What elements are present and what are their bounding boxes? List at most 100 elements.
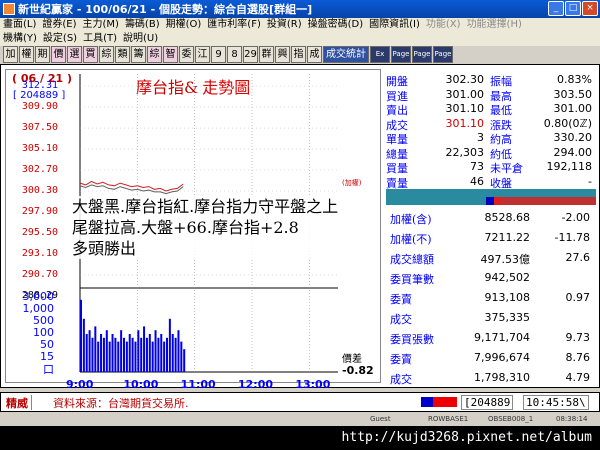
index-value: 1,798,310 <box>474 371 530 384</box>
menu-item[interactable]: 工具(T) <box>80 32 120 46</box>
index-value: 9,171,704 <box>474 331 530 344</box>
toolbar-button[interactable]: 綜 <box>147 46 162 63</box>
toolbar-button[interactable]: 8 <box>227 46 242 63</box>
toolbar-button[interactable]: 江 <box>195 46 210 63</box>
x-tick-label: 11:00 <box>180 378 216 391</box>
menu-item[interactable]: 主力(M) <box>80 18 122 32</box>
toolbar-button[interactable]: 9 <box>211 46 226 63</box>
volume-bar <box>143 326 146 372</box>
toolbar-button[interactable]: 買 <box>83 46 98 63</box>
volume-bar <box>131 337 134 372</box>
volume-bar <box>177 330 180 372</box>
close-button[interactable]: × <box>582 1 598 16</box>
menu-item[interactable]: 投資(R) <box>264 18 305 32</box>
toolbar-button[interactable]: Page <box>433 46 453 63</box>
market-bar <box>386 189 596 207</box>
menu-item[interactable]: 機構(Y) <box>0 32 40 46</box>
index-label: 加權(不) <box>390 233 432 246</box>
toolbar-button[interactable]: 加 <box>3 46 18 63</box>
annotation-text: 大盤黑.摩台指紅.摩台指力守平盤之上 尾盤拉高.大盤+66.摩台指+2.8 多頭勝出 <box>72 196 339 259</box>
index-row: 委買筆數 942,502 <box>386 271 596 291</box>
volume-bar <box>180 341 183 372</box>
menu-item[interactable]: 說明(U) <box>120 32 161 46</box>
index-change: 27.6 <box>565 251 591 264</box>
bottom-bar: Guest ROWBASE1 OBSEB008_1 08:38:14 <box>0 414 600 426</box>
toolbar-button[interactable]: 價 <box>51 46 66 63</box>
toolbar-button[interactable]: 類 <box>115 46 130 63</box>
toolbar-button[interactable]: 委 <box>179 46 194 63</box>
volume-bar <box>102 337 105 372</box>
toolbar-button[interactable]: 興 <box>275 46 290 63</box>
menu-item[interactable]: 國際資訊(I) <box>366 18 423 32</box>
index-change: 4.79 <box>565 371 591 384</box>
x-tick-label: 13:00 <box>295 378 331 391</box>
quote-value: 0.80(0ℤ) <box>543 116 592 130</box>
volume-bar <box>128 334 131 372</box>
volume-bar <box>166 337 168 372</box>
menu-item[interactable]: 期權(O) <box>163 18 205 32</box>
volume-bar <box>174 337 177 372</box>
quote-row: 總量 22,303 約低 294.00 <box>386 146 596 161</box>
menu-item[interactable]: 證券(E) <box>39 18 79 32</box>
toolbar-button[interactable]: 籌 <box>131 46 146 63</box>
menu-item[interactable]: 功能(X) <box>423 18 464 32</box>
data-source: 資料來源：台灣期貨交易所. <box>53 397 189 410</box>
volume-bar <box>148 334 151 372</box>
toolbar-button[interactable]: 指 <box>291 46 306 63</box>
menu-item[interactable]: 畫面(L) <box>0 18 39 32</box>
volume-bar <box>151 341 154 372</box>
quote-value: 0.83% <box>557 73 592 86</box>
quote-value: 294.00 <box>553 145 593 159</box>
index-label: 成交總額 <box>390 253 434 266</box>
menu-item[interactable]: 籌碼(B) <box>122 18 163 32</box>
volume-bar <box>111 334 114 372</box>
toolbar-button[interactable]: 期 <box>35 46 50 63</box>
quote-row: 賣出 301.10 最低 301.00 <box>386 102 596 117</box>
status-colors <box>421 397 457 407</box>
toolbar-button[interactable]: Ex <box>370 46 390 63</box>
status-tag[interactable]: 精威 <box>3 395 32 410</box>
menu-item[interactable]: 操盤密碼(D) <box>305 18 367 32</box>
volume-bar <box>183 349 186 372</box>
index-value: 7211.22 <box>484 231 531 244</box>
toolbar-button[interactable]: 群 <box>259 46 274 63</box>
toolbar-button[interactable]: Page <box>391 46 411 63</box>
index-change: -11.78 <box>554 231 590 244</box>
quote-value: 3 <box>477 131 484 144</box>
toolbar-button[interactable]: 29 <box>243 46 258 63</box>
bottom-session: OBSEB008_1 <box>488 415 534 423</box>
toolbar-button[interactable]: 權 <box>19 46 34 63</box>
bottom-server: ROWBASE1 <box>428 415 469 423</box>
toolbar-button[interactable]: 成 <box>307 46 322 63</box>
toolbar-button[interactable]: 綜 <box>99 46 114 63</box>
menu-item[interactable]: 功能選擇(H) <box>464 18 525 32</box>
volume-bar <box>134 341 137 372</box>
index-row: 成交 375,335 <box>386 311 596 331</box>
annotation-line: 尾盤拉高.大盤+66.摩台指+2.8 <box>72 218 299 237</box>
minimize-button[interactable]: _ <box>548 1 564 16</box>
volume-bar <box>88 330 91 372</box>
quote-value: 73 <box>470 160 484 173</box>
maximize-button[interactable]: □ <box>565 1 581 16</box>
toolbar-button[interactable]: 選 <box>67 46 82 63</box>
quote-value: 302.30 <box>445 73 485 86</box>
window-title: 新世紀贏家 - 100/06/21 - 個股走勢：綜合自選股[群組一] <box>18 3 313 16</box>
index-row: 加權(含) 8528.68 -2.00 <box>386 211 596 231</box>
menu-item[interactable]: 設定(S) <box>40 32 80 46</box>
toolbar-button[interactable]: 智 <box>163 46 178 63</box>
volume-bar <box>114 337 117 372</box>
quote-value: - <box>588 174 592 188</box>
index-value: 942,502 <box>484 271 531 284</box>
toolbar-button[interactable]: 成交統計 <box>323 46 369 63</box>
bottom-user: Guest <box>370 415 391 423</box>
main-panel: ( 06 / 21 ) [ 204889 ] 摩台指& 走勢圖 312.31 309… <box>0 64 600 391</box>
toolbar-button[interactable]: Page <box>412 46 432 63</box>
quote-value: 301.00 <box>553 102 593 115</box>
menu-item[interactable]: 匯市利率(F) <box>204 18 264 32</box>
index-value: 375,335 <box>484 311 531 324</box>
volume-bar <box>80 299 82 372</box>
index-value: 913,108 <box>484 291 531 304</box>
index-value: 497.53億 <box>480 253 531 266</box>
quote-value: 22,303 <box>445 145 485 159</box>
quote-row: 開盤 302.30 振幅 0.83% <box>386 73 596 88</box>
